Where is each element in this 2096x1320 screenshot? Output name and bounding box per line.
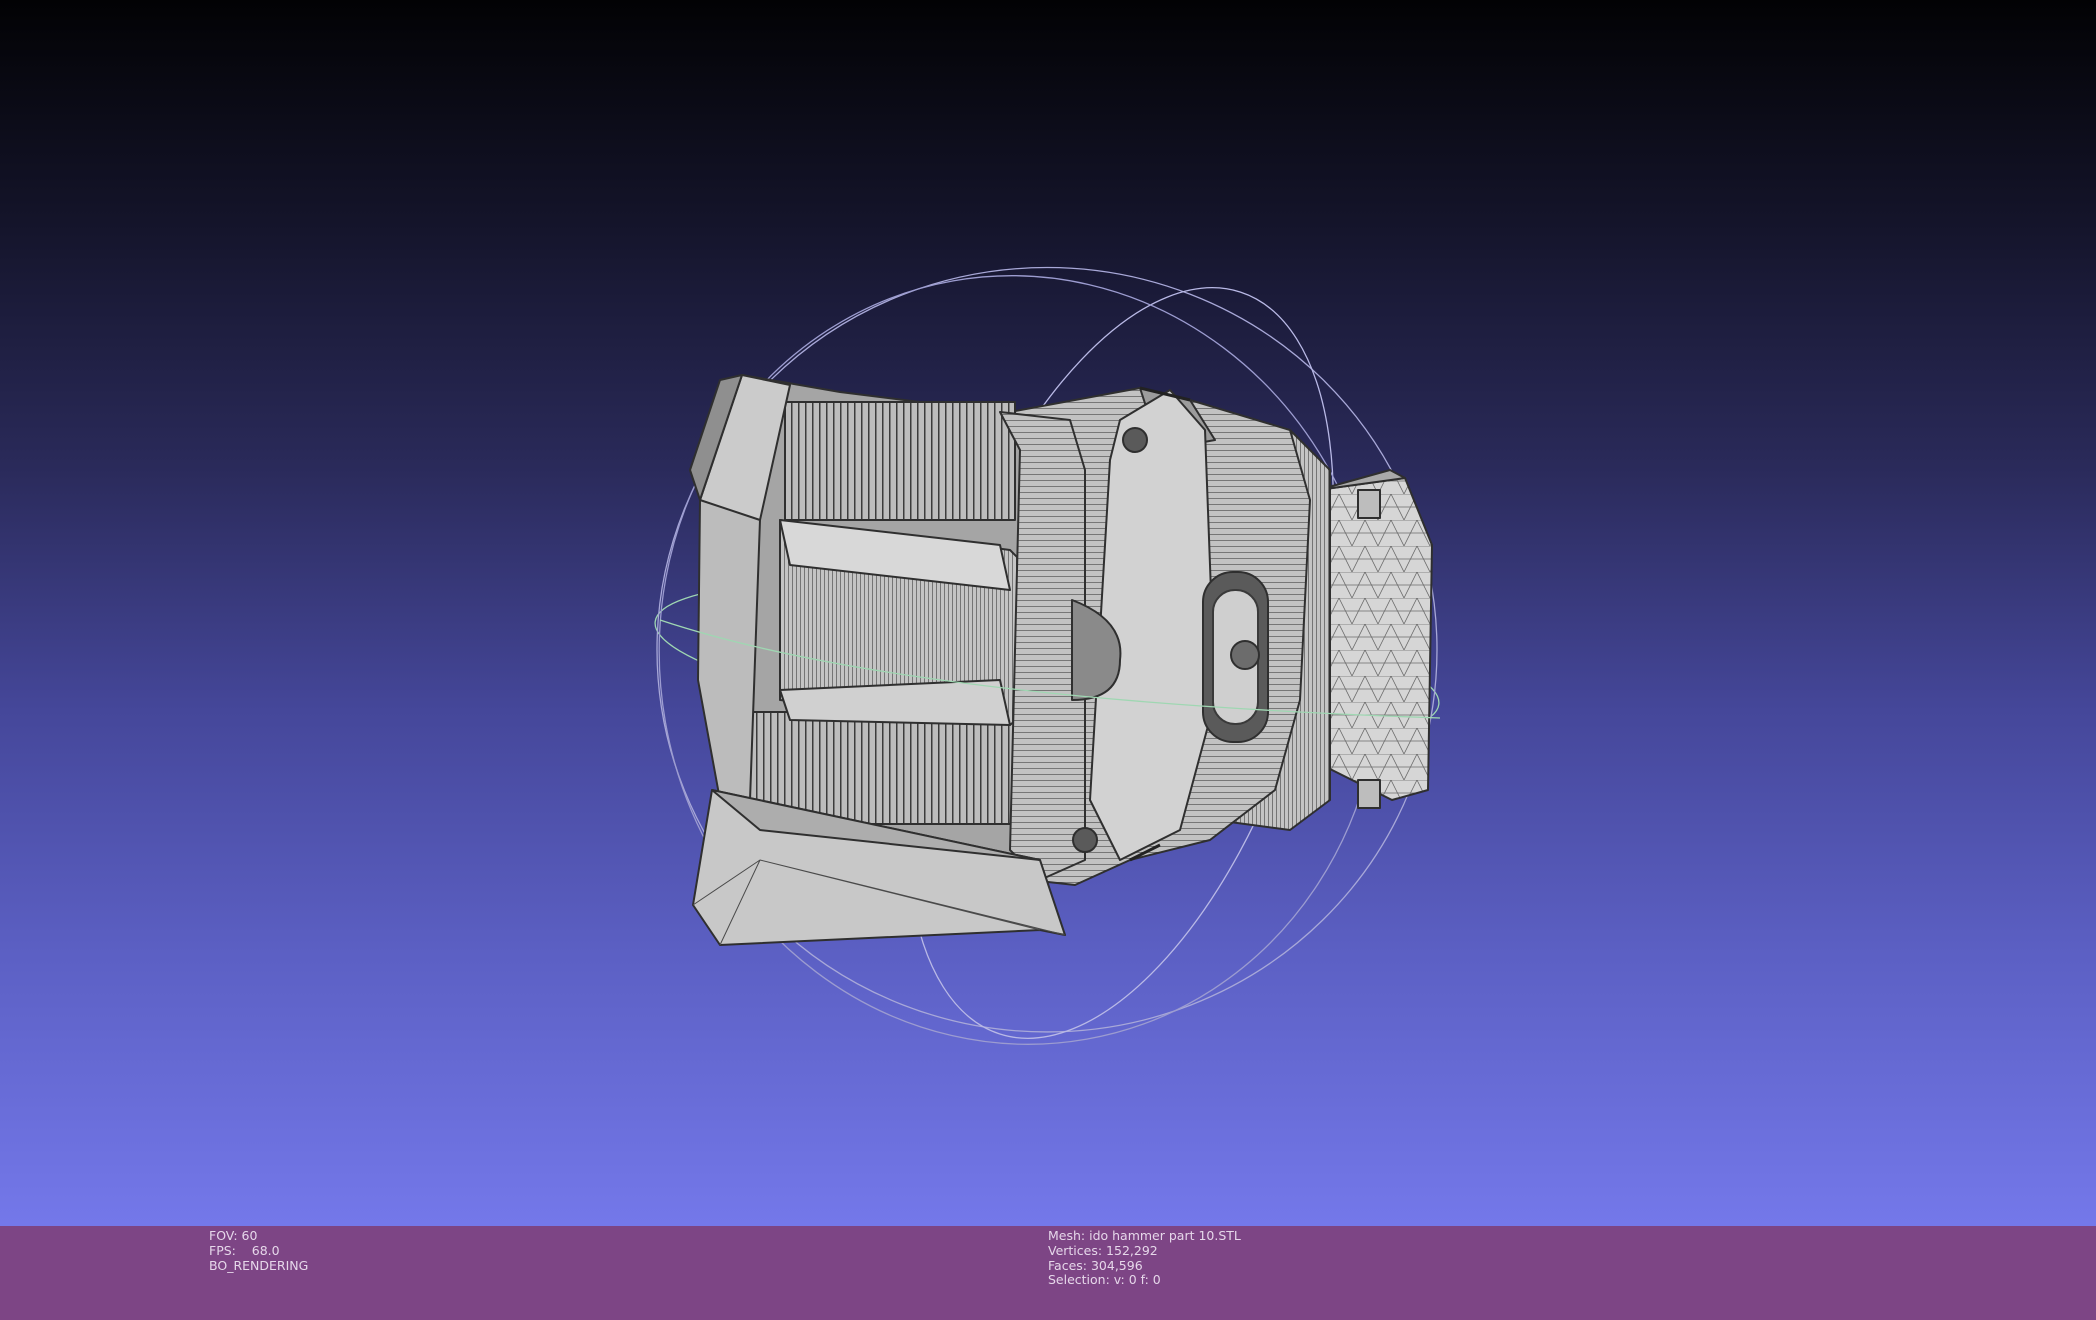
mesh-name: Mesh: ido hammer part 10.STL [1048, 1228, 1241, 1243]
selection-info: Selection: v: 0 f: 0 [1048, 1272, 1161, 1288]
mesh-info-panel: Mesh: ido hammer part 10.STL Vertices: 1… [1048, 1228, 1241, 1288]
mesh-render-canvas[interactable] [0, 0, 2096, 1226]
render-info-panel: FOV: 60 FPS: 68.0 BO_RENDERING [209, 1228, 309, 1273]
status-bar: FOV: 60 FPS: 68.0 BO_RENDERING Mesh: ido… [0, 1226, 2096, 1320]
fov-readout: FOV: 60 [209, 1228, 258, 1243]
face-count: Faces: 304,596 [1048, 1257, 1143, 1273]
mesh-model[interactable] [689, 374, 1433, 946]
fps-readout: FPS: 68.0 [209, 1242, 280, 1258]
render-mode-readout: BO_RENDERING [209, 1257, 309, 1273]
3d-viewport[interactable] [0, 0, 2096, 1226]
vertex-count: Vertices: 152,292 [1048, 1242, 1158, 1258]
